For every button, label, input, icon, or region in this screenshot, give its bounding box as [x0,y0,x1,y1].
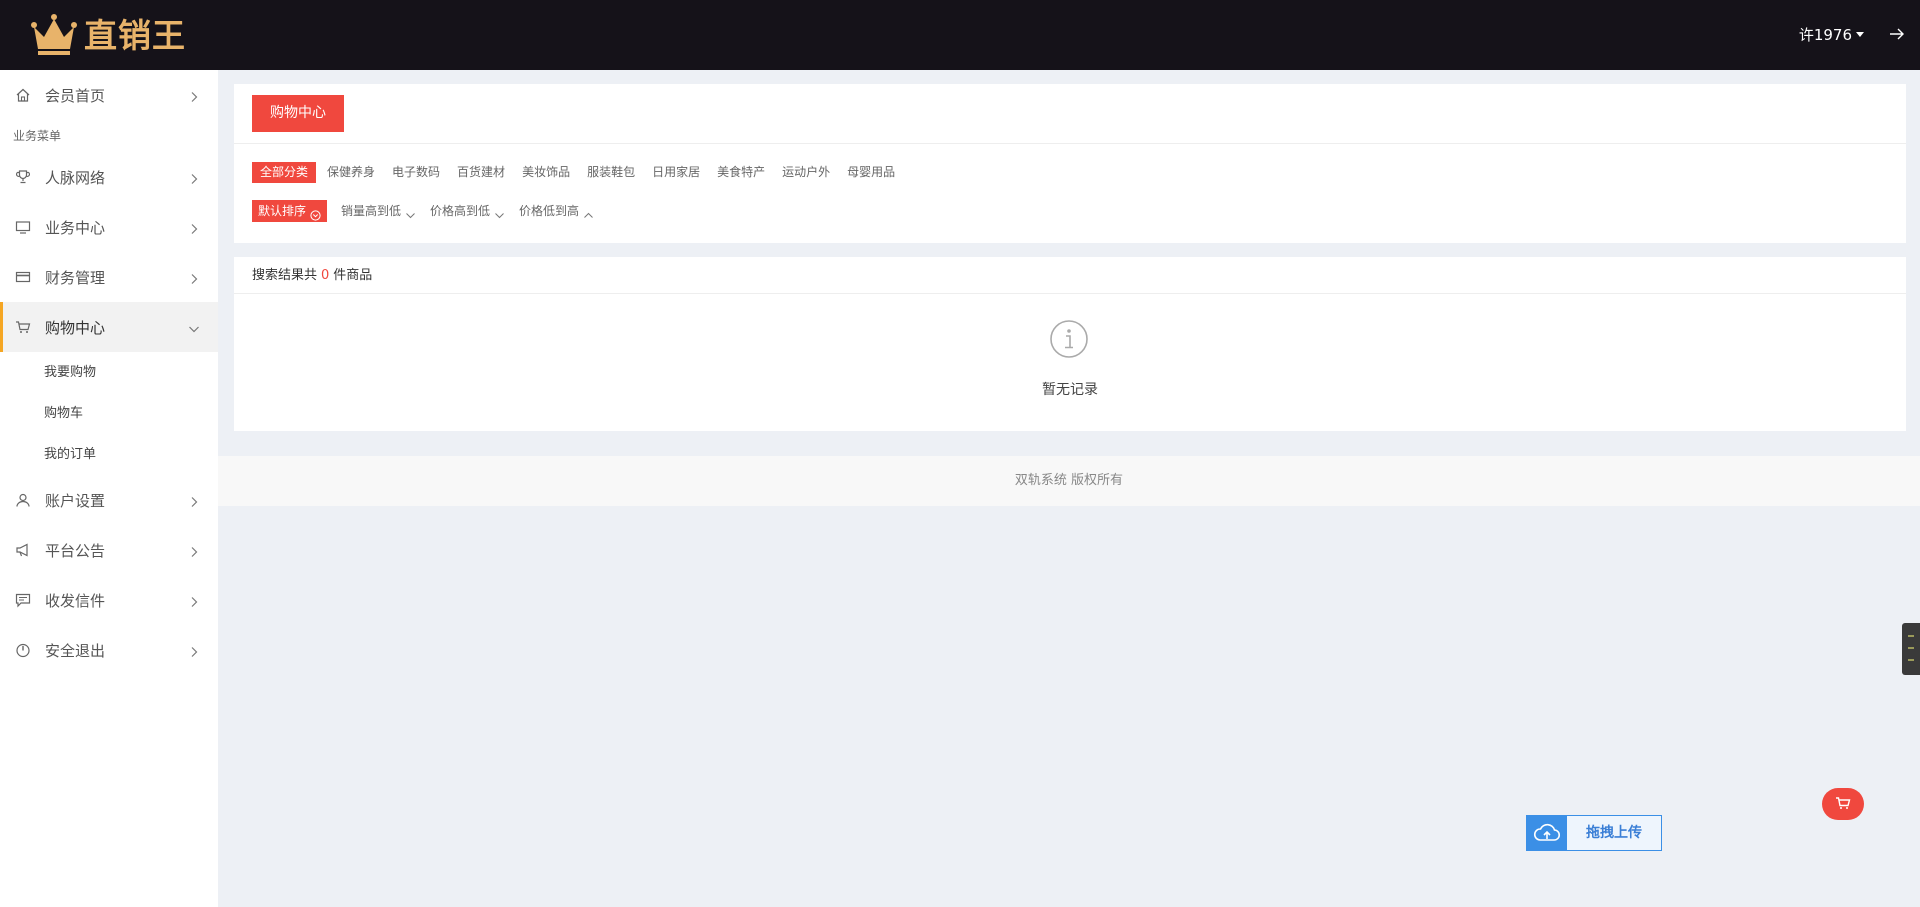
floating-cart-button[interactable] [1822,788,1864,820]
category-beauty[interactable]: 美妆饰品 [522,162,570,183]
sidebar-item-label: 会员首页 [45,86,106,105]
result-suffix: 件商品 [333,268,373,283]
chevron-right-icon [188,271,200,284]
sidebar-item-label: 收发信件 [45,591,106,610]
sidebar-subitem-cart[interactable]: 购物车 [0,393,218,434]
sort-default[interactable]: 默认排序 [252,200,328,222]
category-apparel[interactable]: 服装鞋包 [587,162,635,183]
sidebar-item-logout[interactable]: 安全退出 [0,625,218,675]
empty-state-text: 暂无记录 [1042,382,1098,398]
sidebar-item-messages[interactable]: 收发信件 [0,575,218,625]
sort-options: 默认排序 销量高到低 价格高到低 价格低到高 [252,200,608,222]
divider [234,143,1906,144]
brand-logo[interactable]: 直销王 [30,13,186,58]
sidebar-item-account[interactable]: 账户设置 [0,475,218,525]
power-icon [15,642,31,658]
sidebar-item-home[interactable]: 会员首页 [0,70,218,120]
result-card: 搜索结果共 0 件商品 暂无记录 [234,257,1906,431]
chevron-right-icon [188,494,200,507]
sidebar-item-label: 购物中心 [45,318,106,337]
sidebar: 会员首页 业务菜单 人脉网络 业务中心 财务管理 购物中心 我要购物 购物车 我… [0,70,218,907]
cart-icon [15,319,31,335]
chevron-right-icon [188,544,200,557]
category-health[interactable]: 保健养身 [327,162,375,183]
user-menu[interactable]: 许1976 [1799,24,1864,45]
chevron-right-icon [188,221,200,234]
sort-label: 价格高到低 [430,204,491,218]
cart-icon [1835,795,1851,814]
brand-name: 直销王 [84,16,186,55]
sidebar-item-label: 人脉网络 [45,168,106,187]
sort-label: 默认排序 [258,204,307,218]
drag-upload-widget[interactable]: 拖拽上传 [1526,815,1662,851]
sort-label: 销量高到低 [341,204,402,218]
chevron-right-icon [188,171,200,184]
card-icon [15,269,31,285]
chevron-right-icon [188,89,200,102]
trophy-icon [15,169,31,185]
sidebar-item-business[interactable]: 业务中心 [0,202,218,252]
top-header: 直销王 许1976 [0,0,1920,70]
user-icon [15,492,31,508]
category-sports[interactable]: 运动户外 [782,162,830,183]
logout-arrow-icon[interactable] [1888,25,1906,43]
sidebar-item-label: 账户设置 [45,491,106,510]
upload-label: 拖拽上传 [1586,825,1642,841]
footer: 双轨系统 版权所有 [218,456,1920,506]
info-icon [1049,319,1089,359]
caret-down-icon [1856,32,1864,37]
sidebar-item-label: 业务中心 [45,218,106,237]
category-filter: 全部分类 保健养身 电子数码 百货建材 美妆饰品 服装鞋包 日用家居 美食特产 … [252,162,912,183]
chevron-down-icon [188,321,200,333]
chevron-right-icon [188,594,200,607]
megaphone-icon [15,542,31,558]
category-electronics[interactable]: 电子数码 [392,162,440,183]
home-icon [15,87,31,103]
chevron-down-icon [494,206,505,218]
sort-price-asc[interactable]: 价格低到高 [519,200,594,222]
category-household[interactable]: 日用家居 [652,162,700,183]
username: 许1976 [1798,26,1852,44]
sidebar-item-shopping[interactable]: 购物中心 [0,302,218,352]
monitor-icon [15,219,31,235]
result-count: 0 [321,268,330,283]
sidebar-group-label: 业务菜单 [13,129,62,143]
sidebar-subitem-orders[interactable]: 我的订单 [0,434,218,475]
category-hardware[interactable]: 百货建材 [457,162,505,183]
message-icon [15,592,31,608]
chevron-up-icon [583,206,594,218]
cloud-upload-icon [1527,816,1567,850]
chevron-right-icon [188,644,200,657]
sidebar-item-label: 平台公告 [45,541,106,560]
sort-label: 价格低到高 [519,204,580,218]
tab-shopping-center[interactable]: 购物中心 [252,95,344,132]
sidebar-item-announcements[interactable]: 平台公告 [0,525,218,575]
category-all[interactable]: 全部分类 [252,162,317,183]
sidebar-item-finance[interactable]: 财务管理 [0,252,218,302]
filter-card: 购物中心 全部分类 保健养身 电子数码 百货建材 美妆饰品 服装鞋包 日用家居 … [234,84,1906,243]
category-baby[interactable]: 母婴用品 [847,162,895,183]
crown-icon [30,13,78,58]
chevron-down-icon [405,206,416,218]
category-food[interactable]: 美食特产 [717,162,765,183]
sidebar-subitem-buy[interactable]: 我要购物 [0,352,218,393]
sort-sales-desc[interactable]: 销量高到低 [341,200,416,222]
sidebar-item-network[interactable]: 人脉网络 [0,152,218,202]
sidebar-item-label: 财务管理 [45,268,106,287]
result-prefix: 搜索结果共 [252,268,318,283]
circle-chevron-down-icon [310,206,321,221]
sort-price-desc[interactable]: 价格高到低 [430,200,505,222]
sidebar-item-label: 安全退出 [45,641,106,660]
side-drawer-handle[interactable] [1902,623,1920,675]
result-summary: 搜索结果共 0 件商品 [234,257,1906,294]
